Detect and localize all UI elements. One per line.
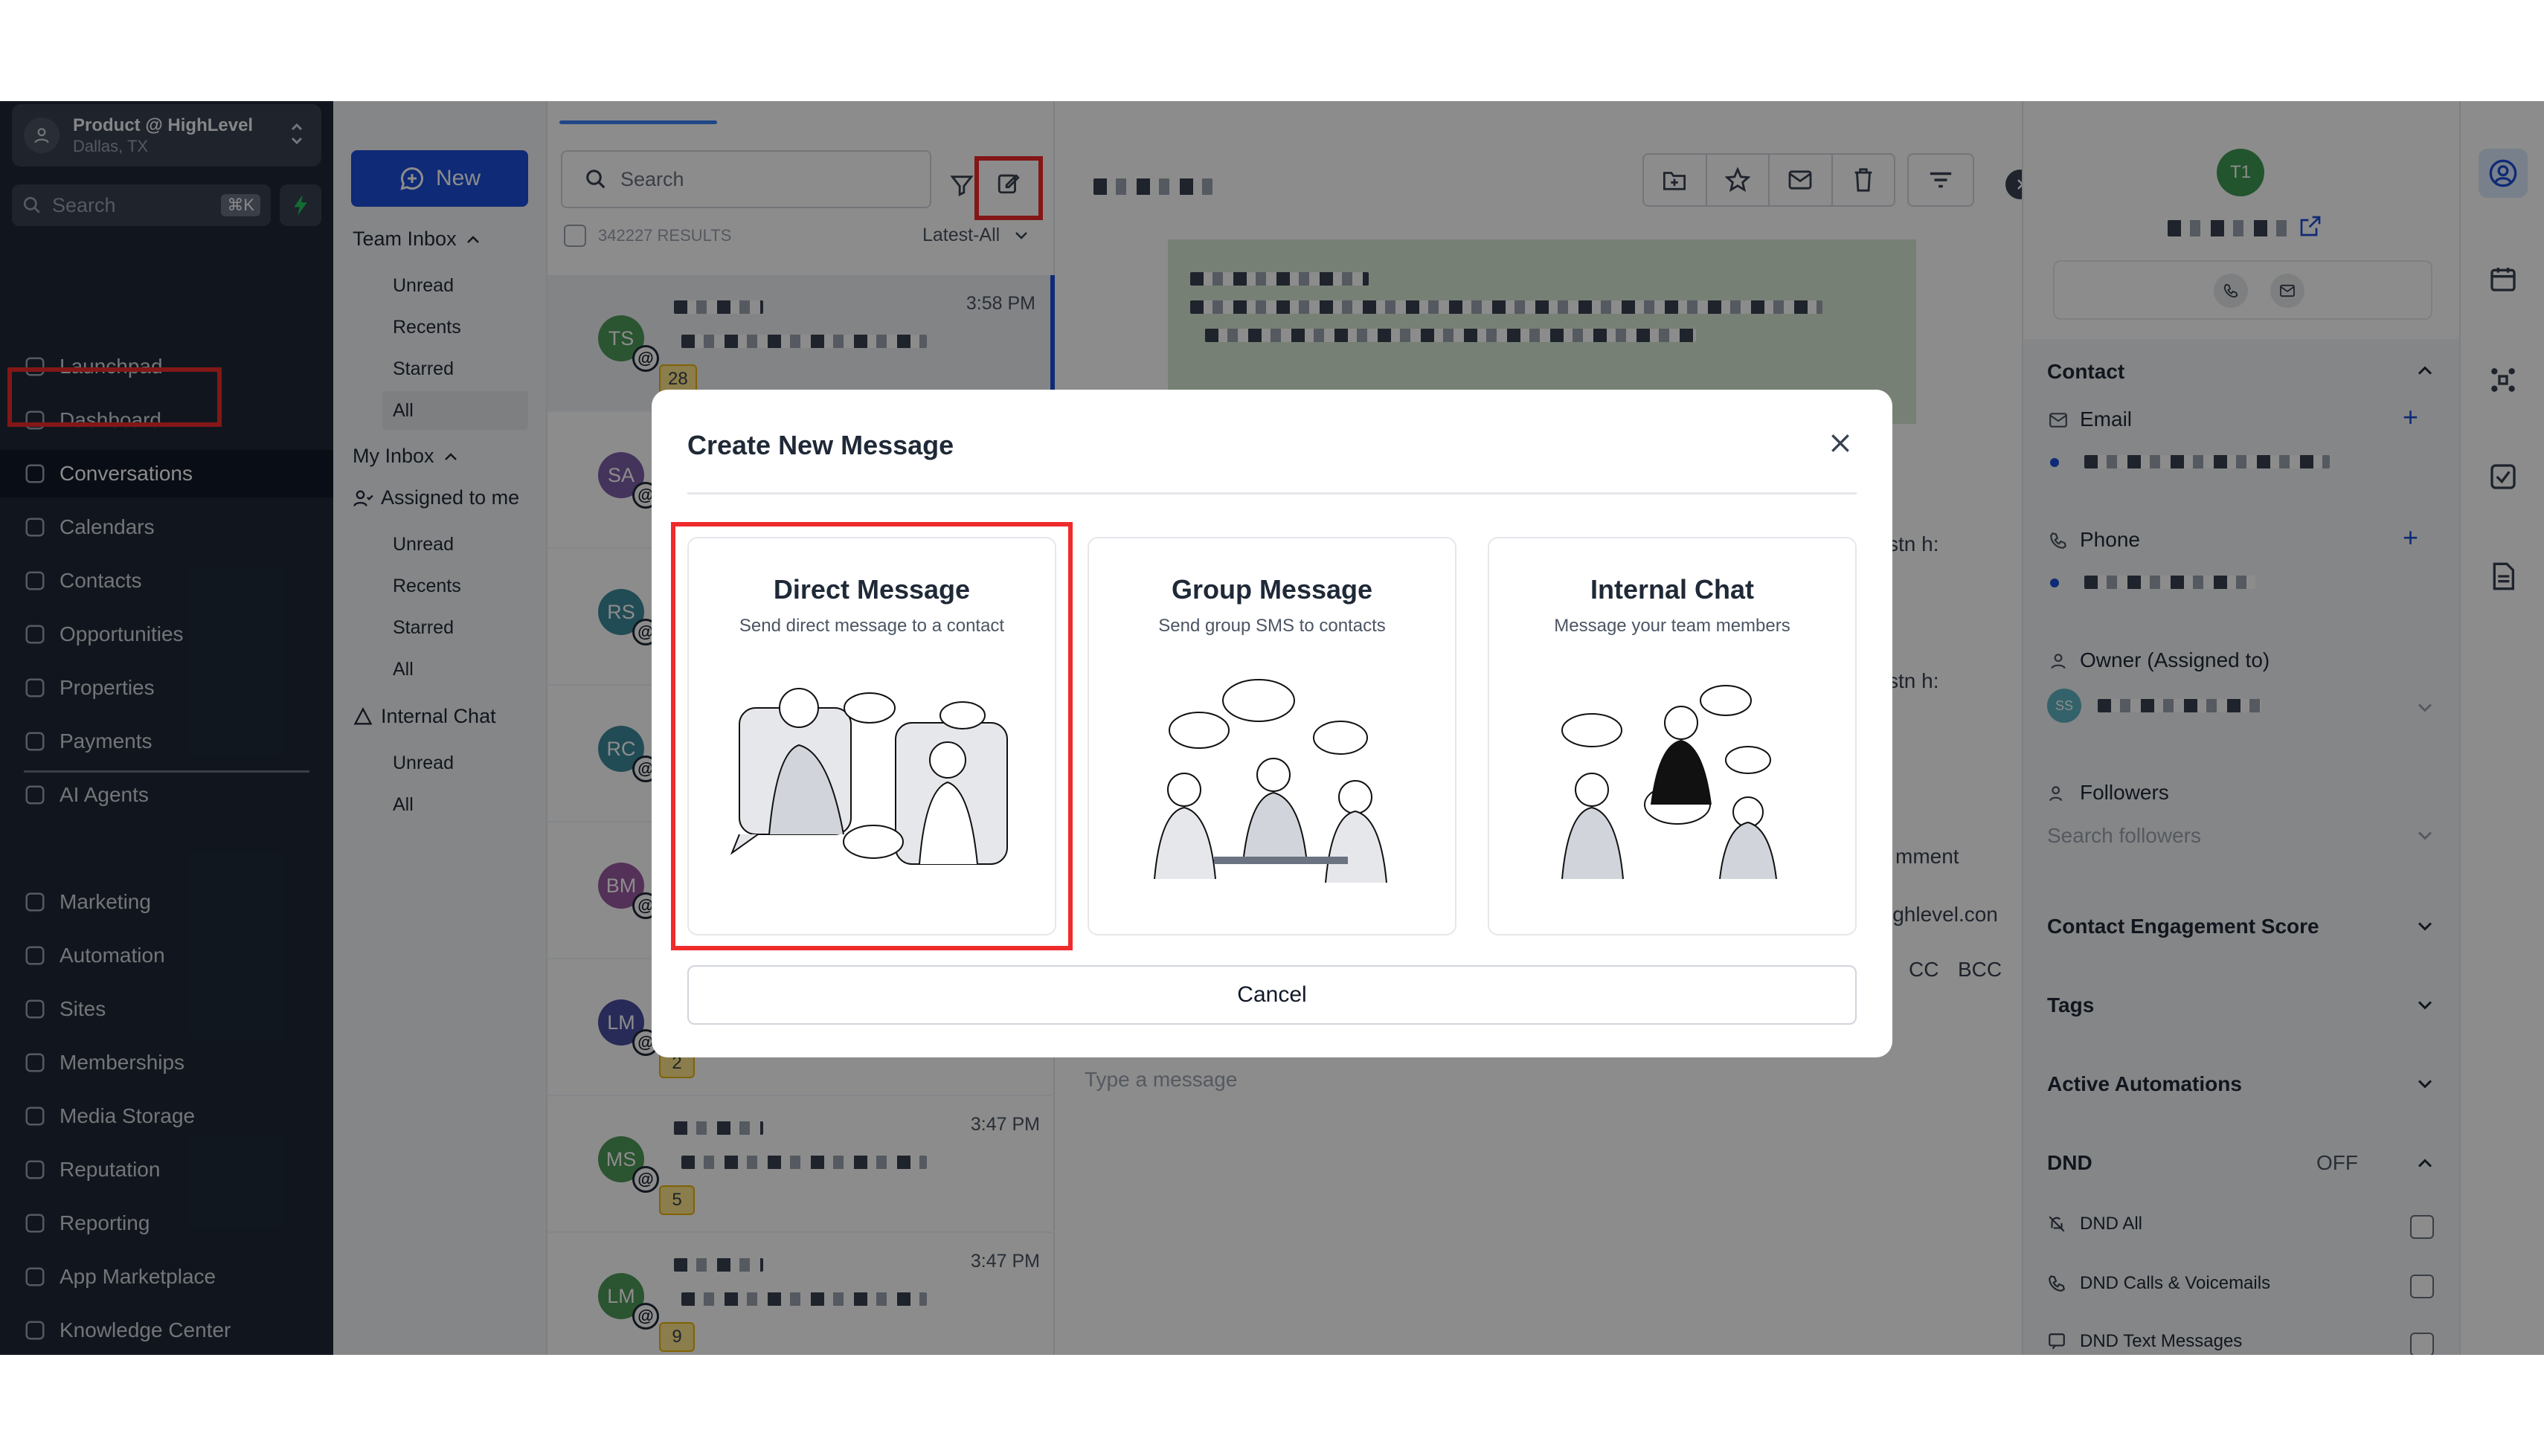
internal-chat-option[interactable]: Internal Chat Message your team members <box>1488 537 1857 935</box>
option-description: Message your team members <box>1554 616 1790 636</box>
two-people-chatting-illustration <box>730 688 1008 865</box>
option-title: Internal Chat <box>1590 574 1755 605</box>
group-conversation-illustration <box>1154 679 1387 883</box>
app-window: Product @ HighLevel Dallas, TX Search ⌘K… <box>0 101 2544 1355</box>
option-title: Group Message <box>1171 574 1373 605</box>
modal-divider <box>687 492 1857 495</box>
cancel-button[interactable]: Cancel <box>687 965 1857 1025</box>
close-button[interactable] <box>1825 428 1855 458</box>
option-title: Direct Message <box>773 574 971 605</box>
modal-title: Create New Message <box>687 430 954 460</box>
option-description: Send direct message to a contact <box>739 616 1005 636</box>
option-description: Send group SMS to contacts <box>1158 616 1386 636</box>
create-message-modal: Create New Message Direct Message Send d… <box>652 390 1892 1057</box>
team-chat-illustration <box>1561 685 1777 880</box>
direct-message-option[interactable]: Direct Message Send direct message to a … <box>687 537 1056 935</box>
group-message-option[interactable]: Group Message Send group SMS to contacts <box>1088 537 1456 935</box>
close-icon <box>1831 434 1849 452</box>
